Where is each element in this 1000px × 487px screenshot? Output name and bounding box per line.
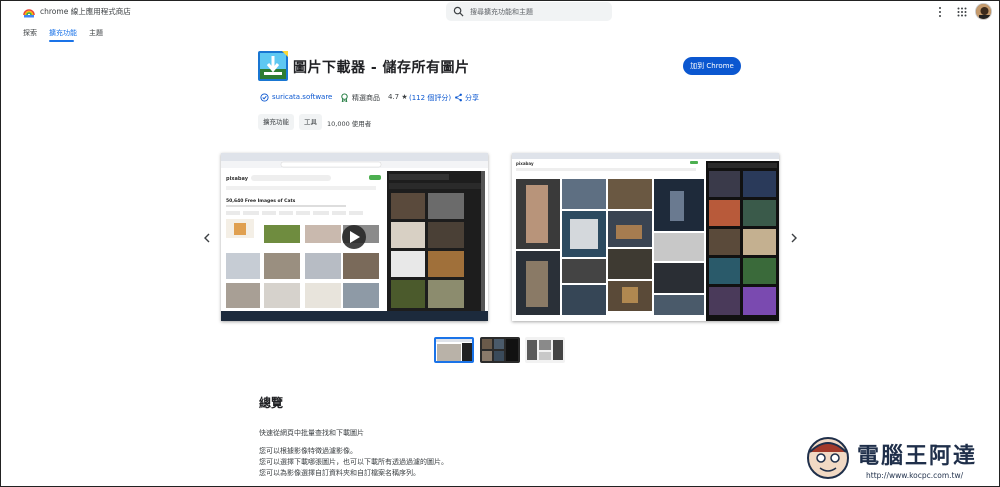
- thumbnail-2-image: [480, 337, 520, 363]
- thumbnail-2[interactable]: [480, 337, 520, 363]
- thumbnail-1-image: [436, 339, 472, 361]
- overview-line-3: 您可以選擇下載哪張圖片，也可以下載所有透過過濾的圖片。: [259, 458, 448, 466]
- overview-line-2: 您可以根據影像特徵過濾影像。: [259, 447, 357, 455]
- tab-explore[interactable]: 探索: [23, 28, 37, 38]
- rainbow-logo-icon[interactable]: [23, 6, 35, 18]
- search-input[interactable]: 搜尋擴充功能和主題: [446, 2, 612, 21]
- carousel-prev-icon[interactable]: [203, 233, 211, 243]
- developer-link[interactable]: suricata.software: [272, 93, 332, 101]
- more-options-icon[interactable]: [936, 6, 944, 18]
- extension-title: 圖片下載器 - 儲存所有圖片: [293, 60, 470, 76]
- watermark-url: http://www.kocpc.com.tw/: [866, 471, 964, 480]
- add-to-chrome-button[interactable]: 加到 Chrome: [683, 57, 741, 75]
- screenshot-site-label: pixabay: [226, 176, 249, 182]
- screenshot-gallery[interactable]: pixabay: [512, 153, 779, 321]
- avatar-image: [976, 4, 991, 19]
- featured-badge-icon: [341, 93, 348, 102]
- user-count: 10,000 使用者: [327, 120, 372, 128]
- store-brand[interactable]: chrome 線上應用程式商店: [40, 6, 131, 17]
- account-avatar[interactable]: [975, 3, 992, 20]
- search-icon: [453, 6, 464, 17]
- share-icon[interactable]: [454, 93, 463, 102]
- gallery-site-label: pixabay: [516, 161, 534, 166]
- thumbnail-3[interactable]: [525, 337, 565, 363]
- overview-line-4: 您可以為影像選擇自訂資料夾和自訂檔案名稱序列。: [259, 469, 420, 477]
- featured-label: 精選商品: [352, 94, 380, 102]
- search-placeholder: 搜尋擴充功能和主題: [470, 8, 533, 16]
- top-bar: chrome 線上應用程式商店 搜尋擴充功能和主題: [0, 0, 1000, 24]
- share-button[interactable]: 分享: [465, 93, 479, 103]
- rating-value: 4.7 ★: [388, 93, 408, 101]
- overview-heading: 總覽: [259, 396, 284, 410]
- verified-developer-icon: [260, 93, 269, 102]
- thumbnail-3-image: [525, 337, 565, 363]
- screenshot-video[interactable]: pixabay 50,640 Free Images of Cats: [221, 153, 488, 321]
- active-tab-indicator: [49, 40, 74, 42]
- tab-themes[interactable]: 主題: [89, 28, 103, 38]
- watermark-text: 電腦王阿達: [857, 444, 978, 469]
- carousel-next-icon[interactable]: [790, 233, 798, 243]
- apps-grid-icon[interactable]: [957, 7, 967, 17]
- screenshot-gallery-image: pixabay: [512, 153, 779, 321]
- overview-line-1: 快速從網頁中批量查找和下載圖片: [259, 429, 364, 437]
- category-chip-tools[interactable]: 工具: [299, 114, 322, 130]
- screenshot-heading: 50,640 Free Images of Cats: [226, 198, 296, 204]
- page-frame: [0, 0, 1000, 487]
- extension-logo-icon: [258, 51, 288, 81]
- review-count-link[interactable]: (112 個評分): [409, 93, 451, 103]
- thumbnail-1[interactable]: [434, 337, 474, 363]
- tab-extensions[interactable]: 擴充功能: [49, 28, 77, 38]
- category-chip-extension[interactable]: 擴充功能: [258, 114, 294, 130]
- screenshot-video-image: pixabay 50,640 Free Images of Cats: [221, 153, 488, 321]
